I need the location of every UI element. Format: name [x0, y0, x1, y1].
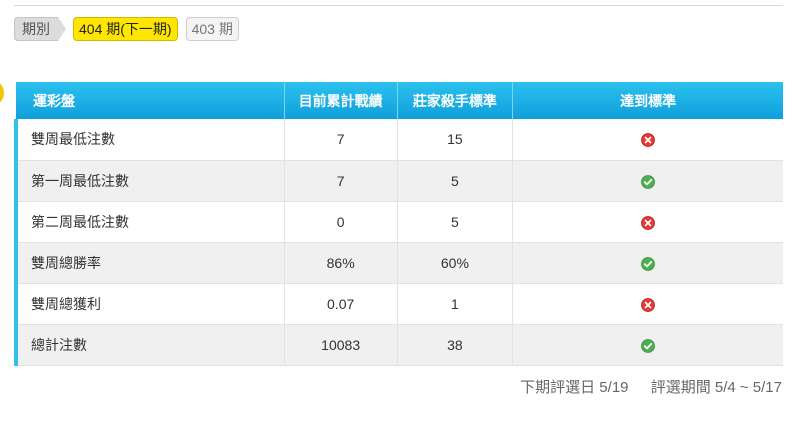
table-row: 雙周總勝率 86% 60%: [13, 242, 783, 284]
next-review-date: 下期評選日 5/19: [520, 379, 629, 396]
row-met-status: [512, 242, 783, 284]
header-current-record: 目前累計戰績: [284, 82, 398, 119]
row-standard: 60%: [397, 242, 514, 284]
review-period: 評選期間 5/4 ~ 5/17: [650, 379, 782, 396]
row-name: 第一周最低注數: [13, 160, 285, 202]
header-category: 運彩盤: [16, 82, 285, 119]
cross-circle-icon: [641, 215, 656, 230]
cross-circle-icon: [641, 297, 656, 312]
period-403-button[interactable]: 403 期: [185, 17, 239, 41]
row-standard: 38: [397, 324, 514, 366]
row-standard: 1: [397, 283, 514, 325]
row-standard: 15: [397, 119, 514, 161]
row-name: 雙周總勝率: [13, 242, 285, 284]
period-current-button[interactable]: 404 期(下一期): [73, 17, 178, 41]
row-current: 7: [284, 119, 398, 161]
row-name: 雙周總獲利: [13, 283, 285, 325]
table-header-row: 運彩盤 目前累計戰績 莊家殺手標準 達到標準: [16, 82, 783, 119]
check-circle-icon: [641, 338, 656, 353]
check-circle-icon: [641, 174, 656, 189]
table-row: 第二周最低注數 0 5: [13, 201, 783, 243]
cross-circle-icon: [641, 133, 656, 148]
row-current: 7: [284, 160, 398, 202]
row-met-status: [512, 324, 783, 366]
stats-table: 運彩盤 目前累計戰績 莊家殺手標準 達到標準 雙周最低注數 7 15 第一周最低注數 7…: [13, 82, 783, 366]
row-current: 0.07: [284, 283, 398, 325]
header-standard: 莊家殺手標準: [397, 82, 514, 119]
row-met-status: [512, 160, 783, 202]
check-circle-icon: [641, 256, 656, 271]
row-standard: 5: [397, 160, 514, 202]
row-met-status: [512, 119, 783, 161]
row-met-status: [512, 283, 783, 325]
row-name: 總計注數: [13, 324, 285, 366]
table-row: 總計注數 10083 38: [13, 324, 783, 366]
row-standard: 5: [397, 201, 514, 243]
period-label: 期別: [14, 17, 66, 41]
row-name: 雙周最低注數: [13, 119, 285, 161]
header-met: 達到標準: [512, 82, 783, 119]
row-current: 86%: [284, 242, 398, 284]
top-divider: [14, 5, 783, 6]
period-selector: 期別 404 期(下一期) 403 期: [14, 16, 239, 42]
row-current: 0: [284, 201, 398, 243]
row-name: 第二周最低注數: [13, 201, 285, 243]
review-info: 下期評選日 5/19 評選期間 5/4 ~ 5/17: [520, 376, 782, 397]
side-badge: [0, 80, 4, 106]
row-current: 10083: [284, 324, 398, 366]
table-row: 雙周總獲利 0.07 1: [13, 283, 783, 325]
table-row: 第一周最低注數 7 5: [13, 160, 783, 202]
row-met-status: [512, 201, 783, 243]
table-row: 雙周最低注數 7 15: [13, 119, 783, 161]
